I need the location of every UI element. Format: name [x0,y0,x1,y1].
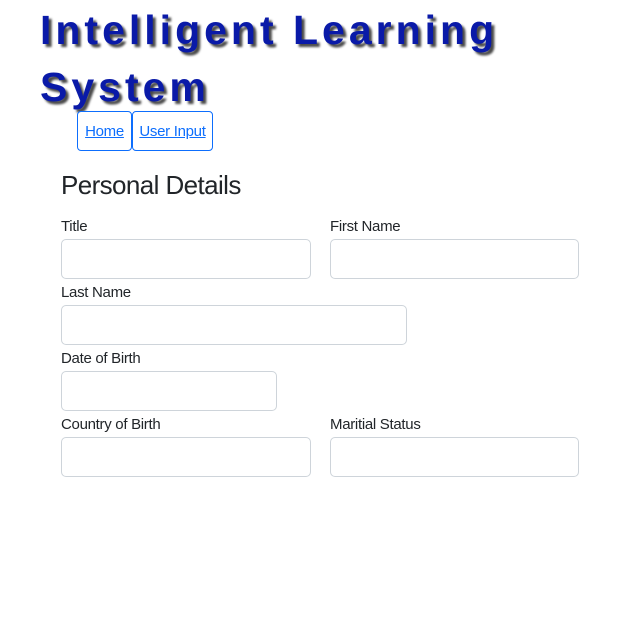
title-label: Title [61,218,88,235]
date-of-birth-input[interactable] [61,371,277,411]
section-heading: Personal Details [61,170,241,200]
title-input[interactable] [61,239,311,279]
maritial-status-label: Maritial Status [330,416,421,433]
first-name-input[interactable] [330,239,579,279]
app-title: Intelligent Learning System [40,7,499,110]
top-nav: Home User Input [77,111,213,151]
nav-link-user-input[interactable]: User Input [132,111,213,151]
country-of-birth-label: Country of Birth [61,416,161,433]
last-name-input[interactable] [61,305,407,345]
last-name-label: Last Name [61,284,131,301]
date-of-birth-label: Date of Birth [61,350,141,367]
first-name-label: First Name [330,218,401,235]
maritial-status-input[interactable] [330,437,579,477]
country-of-birth-input[interactable] [61,437,311,477]
nav-link-home[interactable]: Home [77,111,132,151]
